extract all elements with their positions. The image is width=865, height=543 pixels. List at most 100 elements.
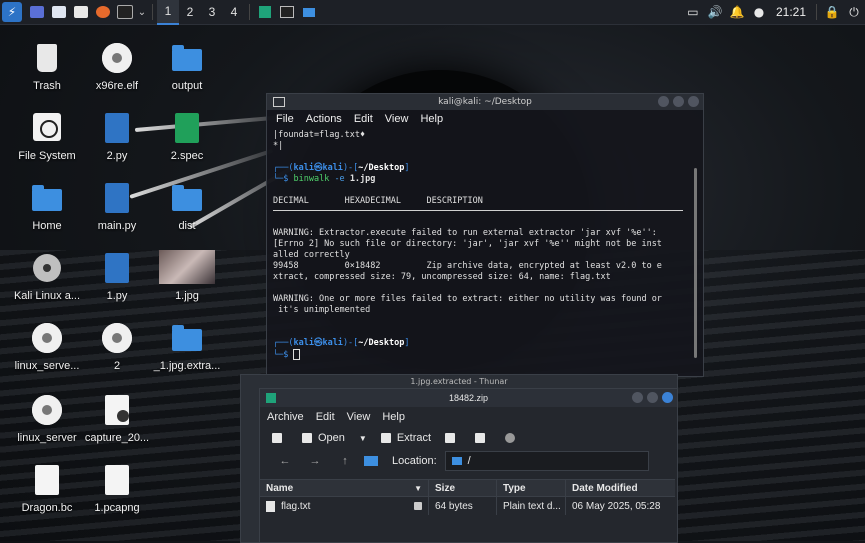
desktop-icon-output[interactable]: output <box>149 40 225 92</box>
desktop-icon-label: linux_server <box>17 432 77 444</box>
show-desktop-button[interactable] <box>26 0 48 24</box>
desktop-icon-label: Kali Linux a... <box>13 290 81 302</box>
table-row[interactable]: flag.txt 64 bytes Plain text d... 06 May… <box>260 497 675 515</box>
task-thunar[interactable] <box>298 0 320 24</box>
menu-file[interactable]: File <box>276 113 294 125</box>
task-archive-manager[interactable] <box>254 0 276 24</box>
terminal-icon <box>280 6 294 18</box>
desktop-icon-label: linux_serve... <box>14 360 80 372</box>
image-thumbnail-icon <box>159 250 215 286</box>
back-arrow-icon[interactable]: ← <box>274 455 296 467</box>
menu-archive[interactable]: Archive <box>267 411 304 423</box>
volume-icon[interactable]: 🔊 <box>704 0 726 24</box>
launcher-dropdown-chevron-icon[interactable]: ⌄ <box>136 0 148 24</box>
maximize-button[interactable] <box>647 392 658 403</box>
task-terminal[interactable] <box>276 0 298 24</box>
folder-icon <box>169 320 205 356</box>
desktop-icon-main-py[interactable]: main.py <box>79 180 155 232</box>
power-manager-icon[interactable]: ● <box>748 0 770 24</box>
add-folder-button[interactable] <box>475 428 491 448</box>
file-date-cell: 06 May 2025, 05:28 <box>572 500 661 512</box>
window-title: 18482.zip <box>448 393 489 403</box>
lock-screen-icon[interactable]: 🔒 <box>821 0 843 24</box>
menu-edit[interactable]: Edit <box>354 113 373 125</box>
workspace-3[interactable]: 3 <box>201 0 223 24</box>
prompt-dir: ~/Desktop <box>358 338 405 348</box>
location-field[interactable]: / <box>444 451 649 471</box>
desktop-icon-trash[interactable]: Trash <box>9 40 85 92</box>
close-button[interactable] <box>662 392 673 403</box>
menu-help[interactable]: Help <box>420 113 443 125</box>
add-files-button[interactable] <box>445 428 461 448</box>
desktop-icon-2[interactable]: 2 <box>79 320 155 372</box>
desktop-icon-1-jpg-extracted[interactable]: _1.jpg.extra... <box>149 320 225 372</box>
extract-button[interactable]: Extract <box>380 428 431 448</box>
column-header-date[interactable]: Date Modified <box>566 480 672 496</box>
display-icon[interactable]: ▭ <box>682 0 704 24</box>
notification-bell-icon[interactable]: 🔔 <box>726 0 748 24</box>
desktop-icon-2-spec[interactable]: 2.spec <box>149 110 225 162</box>
maximize-button[interactable] <box>673 96 684 107</box>
desktop-icon-dragon-bc[interactable]: Dragon.bc <box>9 462 85 514</box>
workspace-2[interactable]: 2 <box>179 0 201 24</box>
kali-menu-button[interactable]: ⚡ <box>0 0 26 24</box>
text-editor-launcher[interactable] <box>70 0 92 24</box>
desktop-icon-linux-serve[interactable]: linux_serve... <box>9 320 85 372</box>
logout-icon[interactable]: ⏻ <box>843 0 865 24</box>
panel-separator <box>152 4 153 20</box>
desktop-icon-1-pcapng[interactable]: 1.pcapng <box>79 462 155 514</box>
desktop-icon-2-py[interactable]: 2.py <box>79 110 155 162</box>
gear-icon <box>29 392 65 428</box>
kali-logo-icon: ⚡ <box>2 2 22 22</box>
close-button[interactable] <box>688 96 699 107</box>
archive-manager-window[interactable]: 18482.zip Archive Edit View Help Open ▼ E… <box>259 388 678 543</box>
terminal-launcher[interactable] <box>114 0 136 24</box>
clock[interactable]: 21:21 <box>770 5 812 19</box>
desktop-icon-1-py[interactable]: 1.py <box>79 250 155 302</box>
desktop-icon-kali-linux[interactable]: Kali Linux a... <box>9 250 85 302</box>
new-archive-button[interactable] <box>272 428 288 448</box>
menu-help[interactable]: Help <box>382 411 405 423</box>
desktop-icon-home[interactable]: Home <box>9 180 85 232</box>
terminal-output[interactable]: |foundat=flag.txt♦ *| ┌──(kali㉿kali)-[~/D… <box>267 128 703 363</box>
workspace-1[interactable]: 1 <box>157 0 179 25</box>
file-manager-launcher[interactable] <box>48 0 70 24</box>
home-folder-icon[interactable] <box>364 456 378 466</box>
open-button[interactable]: Open ▼ <box>302 428 367 448</box>
minimize-button[interactable] <box>658 96 669 107</box>
open-icon <box>302 433 312 443</box>
desktop-icon-1-jpg[interactable]: 1.jpg <box>149 250 225 302</box>
desktop-icon-linux-server[interactable]: linux_server <box>9 392 85 444</box>
forward-arrow-icon[interactable]: → <box>304 455 326 467</box>
terminal-scrollbar[interactable] <box>694 168 697 358</box>
desktop-icon-dist[interactable]: dist <box>149 180 225 232</box>
menu-actions[interactable]: Actions <box>306 113 342 125</box>
warning-extract-failed: WARNING: One or more files failed to ext… <box>273 294 662 315</box>
open-dropdown-icon[interactable]: ▼ <box>359 434 367 443</box>
folder-icon <box>169 40 205 76</box>
menu-edit[interactable]: Edit <box>316 411 335 423</box>
desktop-icon-file-system[interactable]: File System <box>9 110 85 162</box>
column-header-type[interactable]: Type <box>497 480 566 496</box>
terminal-window[interactable]: kali@kali: ~/Desktop File Actions Edit V… <box>266 93 704 377</box>
python-file-icon <box>99 180 135 216</box>
desktop-icon-capture[interactable]: capture_20... <box>79 392 155 444</box>
location-bar: ← → ↑ Location: / <box>260 449 677 473</box>
archive-manager-icon <box>259 6 271 18</box>
column-header-size[interactable]: Size <box>429 480 497 496</box>
desktop-icon-x96re-elf[interactable]: x96re.elf <box>79 40 155 92</box>
terminal-titlebar[interactable]: kali@kali: ~/Desktop <box>267 94 703 110</box>
column-header-name[interactable]: Name ▼ <box>260 480 429 496</box>
archive-file-list: Name ▼ Size Type Date Modified flag.txt 6… <box>260 479 675 515</box>
text-editor-icon <box>74 6 88 18</box>
stop-button[interactable] <box>505 428 521 448</box>
file-size-cell: 64 bytes <box>429 497 497 515</box>
menu-view[interactable]: View <box>385 113 409 125</box>
archive-titlebar[interactable]: 18482.zip <box>260 389 677 407</box>
minimize-button[interactable] <box>632 392 643 403</box>
firefox-launcher[interactable] <box>92 0 114 24</box>
workspace-4[interactable]: 4 <box>223 0 245 24</box>
up-arrow-icon[interactable]: ↑ <box>334 455 356 467</box>
menu-view[interactable]: View <box>347 411 371 423</box>
desktop-icon-label: 2.py <box>106 150 128 162</box>
